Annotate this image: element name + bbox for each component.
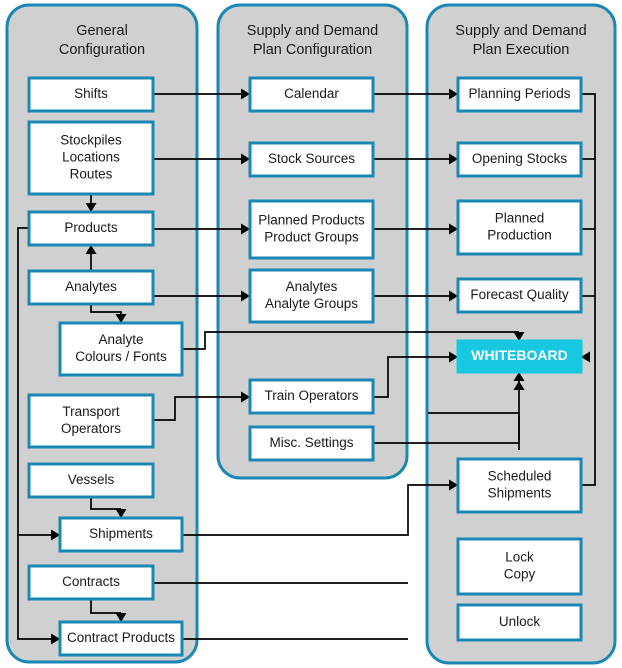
node-stockpiles[interactable]: Stockpiles Locations Routes xyxy=(27,120,155,196)
node-shifts[interactable]: Shifts xyxy=(27,76,155,113)
node-label: Planned Products xyxy=(258,213,365,228)
workflow-diagram: General Configuration Supply and Demand Pla… xyxy=(0,0,622,668)
node-calendar[interactable]: Calendar xyxy=(248,76,375,113)
node-label: Analyte xyxy=(98,332,143,347)
node-label: Analytes xyxy=(286,279,338,294)
node-label: Vessels xyxy=(68,472,115,487)
node-label: Analyte Groups xyxy=(265,296,358,311)
node-scheduled-shipments[interactable]: Scheduled Shipments xyxy=(456,457,583,514)
node-label: Planning Periods xyxy=(468,86,570,101)
node-transport-operators[interactable]: Transport Operators xyxy=(27,393,155,449)
node-label: Lock xyxy=(505,550,534,565)
node-label: Locations xyxy=(62,150,120,165)
node-vessels[interactable]: Vessels xyxy=(27,462,155,499)
node-unlock[interactable]: Unlock xyxy=(456,603,583,642)
node-opening-stocks[interactable]: Opening Stocks xyxy=(456,141,583,178)
panel-title-line: Plan Execution xyxy=(473,42,570,58)
workflow-diagram-canvas: General Configuration Supply and Demand Pla… xyxy=(5,3,617,665)
node-label: Production xyxy=(487,228,552,243)
node-label: Scheduled xyxy=(488,469,552,484)
node-label: Routes xyxy=(70,167,113,182)
panel-title-line: Plan Configuration xyxy=(253,42,372,58)
node-label: Colours / Fonts xyxy=(75,349,167,364)
node-label: Forecast Quality xyxy=(470,287,569,302)
panel-title-line: Configuration xyxy=(59,42,145,58)
node-stock-sources[interactable]: Stock Sources xyxy=(248,141,375,178)
node-lock-copy[interactable]: Lock Copy xyxy=(456,537,583,596)
node-label: Shipments xyxy=(488,486,552,501)
node-train-operators[interactable]: Train Operators xyxy=(248,378,375,415)
node-label: Opening Stocks xyxy=(472,151,568,166)
node-label: Shipments xyxy=(89,526,153,541)
connector-line xyxy=(182,484,451,536)
node-contracts[interactable]: Contracts xyxy=(27,564,155,601)
node-label: Contracts xyxy=(62,574,120,589)
node-label: Operators xyxy=(61,421,121,436)
node-planning-periods[interactable]: Planning Periods xyxy=(456,76,583,113)
node-label: Transport xyxy=(62,404,120,419)
node-label: Calendar xyxy=(284,86,339,101)
node-label: Analytes xyxy=(65,279,117,294)
node-label: Product Groups xyxy=(264,230,359,245)
panel-title-line: General xyxy=(76,23,128,39)
node-label: Train Operators xyxy=(264,388,358,403)
node-label: Unlock xyxy=(499,614,541,629)
node-planned-production[interactable]: Planned Production xyxy=(456,199,583,256)
node-label: Contract Products xyxy=(67,630,175,645)
connector-shipments-to-scheduled-shipments xyxy=(182,479,458,536)
node-label: Shifts xyxy=(74,86,108,101)
node-label: Planned xyxy=(495,211,545,226)
node-shipments[interactable]: Shipments xyxy=(58,516,184,553)
node-label: Stock Sources xyxy=(268,151,355,166)
node-whiteboard[interactable]: WHITEBOARD xyxy=(456,339,583,374)
node-products[interactable]: Products xyxy=(27,210,155,247)
node-misc-settings[interactable]: Misc. Settings xyxy=(248,425,375,462)
node-label: Stockpiles xyxy=(60,133,122,148)
node-contract-products[interactable]: Contract Products xyxy=(58,620,184,657)
panel-title-line: Supply and Demand xyxy=(455,23,586,39)
panel-title-line: Supply and Demand xyxy=(247,23,378,39)
node-label: Products xyxy=(64,220,118,235)
node-planned-products[interactable]: Planned Products Product Groups xyxy=(248,199,375,260)
node-label: Misc. Settings xyxy=(269,435,353,450)
node-label: Copy xyxy=(504,567,536,582)
node-label: WHITEBOARD xyxy=(471,347,567,363)
node-analyte-colours[interactable]: Analyte Colours / Fonts xyxy=(58,321,184,377)
node-analytes-groups[interactable]: Analytes Analyte Groups xyxy=(248,268,375,324)
node-analytes[interactable]: Analytes xyxy=(27,269,155,306)
node-forecast-quality[interactable]: Forecast Quality xyxy=(456,277,583,314)
